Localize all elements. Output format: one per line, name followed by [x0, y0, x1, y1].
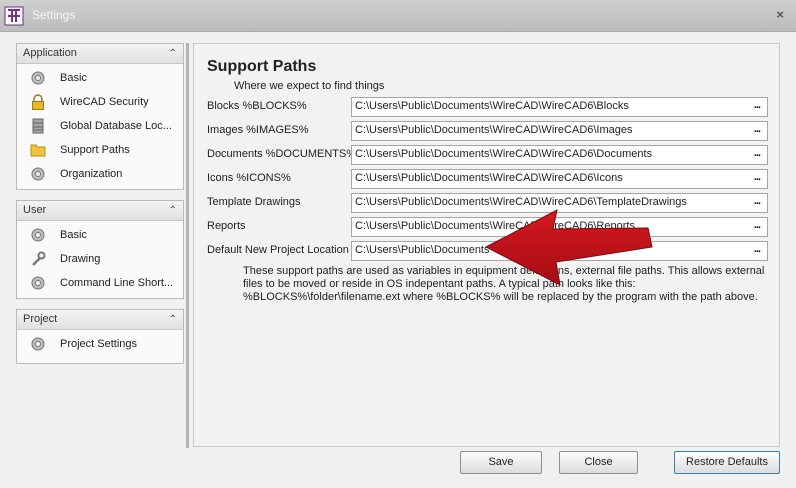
help-text-line: %BLOCKS%\folder\filename.ext where %BLOC… — [243, 291, 758, 303]
reports-label: Reports — [207, 220, 246, 232]
sidebar-item-label: WireCAD Security — [60, 96, 149, 108]
icons-path-field[interactable]: C:\Users\Public\Documents\WireCAD\WireCA… — [351, 169, 768, 189]
sidebar-group-application: Application ⌃ Basic WireCAD Security Glo… — [16, 43, 184, 190]
sidebar-item-label: Command Line Short... — [60, 277, 174, 289]
save-button[interactable]: Save — [460, 451, 542, 474]
browse-button[interactable]: ... — [747, 170, 767, 188]
browse-button[interactable]: ... — [747, 146, 767, 164]
app-icon — [4, 6, 24, 26]
sidebar-item-drawing[interactable]: Drawing — [17, 247, 183, 271]
collapse-icon[interactable]: ⌃ — [169, 44, 177, 63]
sidebar-item-label: Organization — [60, 168, 123, 180]
default-project-location-field[interactable]: C:\Users\Public\Documents ... — [351, 241, 768, 261]
browse-button[interactable]: ... — [747, 218, 767, 236]
sidebar-item-project-settings[interactable]: Project Settings — [17, 332, 183, 356]
browse-button[interactable]: ... — [747, 98, 767, 116]
support-paths-panel: Support Paths Where we expect to find th… — [193, 43, 780, 447]
sidebar-item-label: Project Settings — [60, 338, 138, 350]
gear-icon — [31, 228, 45, 242]
folder-icon — [30, 144, 46, 157]
field-value: C:\Users\Public\Documents\WireCAD\WireCA… — [355, 172, 623, 184]
gear-icon — [31, 71, 45, 85]
sidebar-item-label: Basic — [60, 229, 87, 241]
icons-label: Icons %ICONS% — [207, 172, 291, 184]
panel-splitter[interactable] — [186, 43, 189, 448]
sidebar-group-user: User ⌃ Basic Drawing Command Line Short.… — [16, 200, 184, 299]
default-project-location-label: Default New Project Location — [207, 244, 349, 256]
blocks-path-field[interactable]: C:\Users\Public\Documents\WireCAD\WireCA… — [351, 97, 768, 117]
group-header-application[interactable]: Application ⌃ — [17, 44, 183, 64]
help-text-line: These support paths are used as variable… — [243, 265, 765, 277]
group-title: Application — [23, 47, 77, 59]
blocks-label: Blocks %BLOCKS% — [207, 100, 307, 112]
browse-button[interactable]: ... — [747, 194, 767, 212]
documents-path-field[interactable]: C:\Users\Public\Documents\WireCAD\WireCA… — [351, 145, 768, 165]
sidebar-item-user-basic[interactable]: Basic — [17, 223, 183, 247]
sidebar-item-wirecad-security[interactable]: WireCAD Security — [17, 90, 183, 114]
template-drawings-path-field[interactable]: C:\Users\Public\Documents\WireCAD\WireCA… — [351, 193, 768, 213]
sidebar-group-project: Project ⌃ Project Settings — [16, 309, 184, 364]
sidebar-item-label: Drawing — [60, 253, 101, 265]
field-value: C:\Users\Public\Documents\WireCAD\WireCA… — [355, 148, 653, 160]
documents-label: Documents %DOCUMENTS% — [207, 148, 357, 160]
gear-icon — [31, 337, 45, 351]
sidebar-item-global-database[interactable]: Global Database Loc... — [17, 114, 183, 138]
database-icon — [32, 118, 44, 134]
sidebar-item-label: Basic — [60, 72, 87, 84]
template-drawings-label: Template Drawings — [207, 196, 301, 208]
sidebar-item-label: Support Paths — [60, 144, 130, 156]
gear-icon — [31, 276, 45, 290]
close-button[interactable]: Close — [559, 451, 638, 474]
close-icon[interactable]: × — [776, 7, 784, 22]
help-text: These support paths are used as variable… — [243, 265, 773, 304]
browse-button[interactable]: ... — [747, 242, 767, 260]
field-value: C:\Users\Public\Documents\WireCAD\WireCA… — [355, 100, 629, 112]
sidebar-item-basic[interactable]: Basic — [17, 66, 183, 90]
window-title: Settings — [32, 8, 76, 22]
group-header-user[interactable]: User ⌃ — [17, 201, 183, 221]
group-title: User — [23, 204, 47, 216]
gear-icon — [31, 167, 45, 181]
sidebar-item-organization[interactable]: Organization — [17, 162, 183, 186]
page-title: Support Paths — [207, 58, 317, 75]
lock-icon — [32, 94, 44, 110]
group-title: Project — [23, 313, 58, 325]
field-value: C:\Users\Public\Documents\WireCAD\WireCA… — [355, 196, 687, 208]
page-subtitle: Where we expect to find things — [234, 80, 385, 92]
restore-defaults-button[interactable]: Restore Defaults — [674, 451, 780, 474]
help-text-line: files to be moved or reside in OS indepe… — [243, 278, 636, 290]
collapse-icon[interactable]: ⌃ — [169, 201, 177, 220]
images-label: Images %IMAGES% — [207, 124, 309, 136]
title-bar: Settings × — [0, 0, 796, 32]
sidebar-item-command-line-shortcuts[interactable]: Command Line Short... — [17, 271, 183, 295]
sidebar-item-label: Global Database Loc... — [60, 120, 172, 132]
images-path-field[interactable]: C:\Users\Public\Documents\WireCAD\WireCA… — [351, 121, 768, 141]
field-value: C:\Users\Public\Documents — [355, 244, 490, 256]
collapse-icon[interactable]: ⌃ — [169, 310, 177, 329]
wrench-icon — [32, 251, 46, 266]
field-value: C:\Users\Public\Documents\WireCAD\WireCA… — [355, 220, 635, 232]
browse-button[interactable]: ... — [747, 122, 767, 140]
sidebar-item-support-paths[interactable]: Support Paths — [17, 138, 183, 162]
field-value: C:\Users\Public\Documents\WireCAD\WireCA… — [355, 124, 633, 136]
reports-path-field[interactable]: C:\Users\Public\Documents\WireCAD\WireCA… — [351, 217, 768, 237]
group-header-project[interactable]: Project ⌃ — [17, 310, 183, 330]
